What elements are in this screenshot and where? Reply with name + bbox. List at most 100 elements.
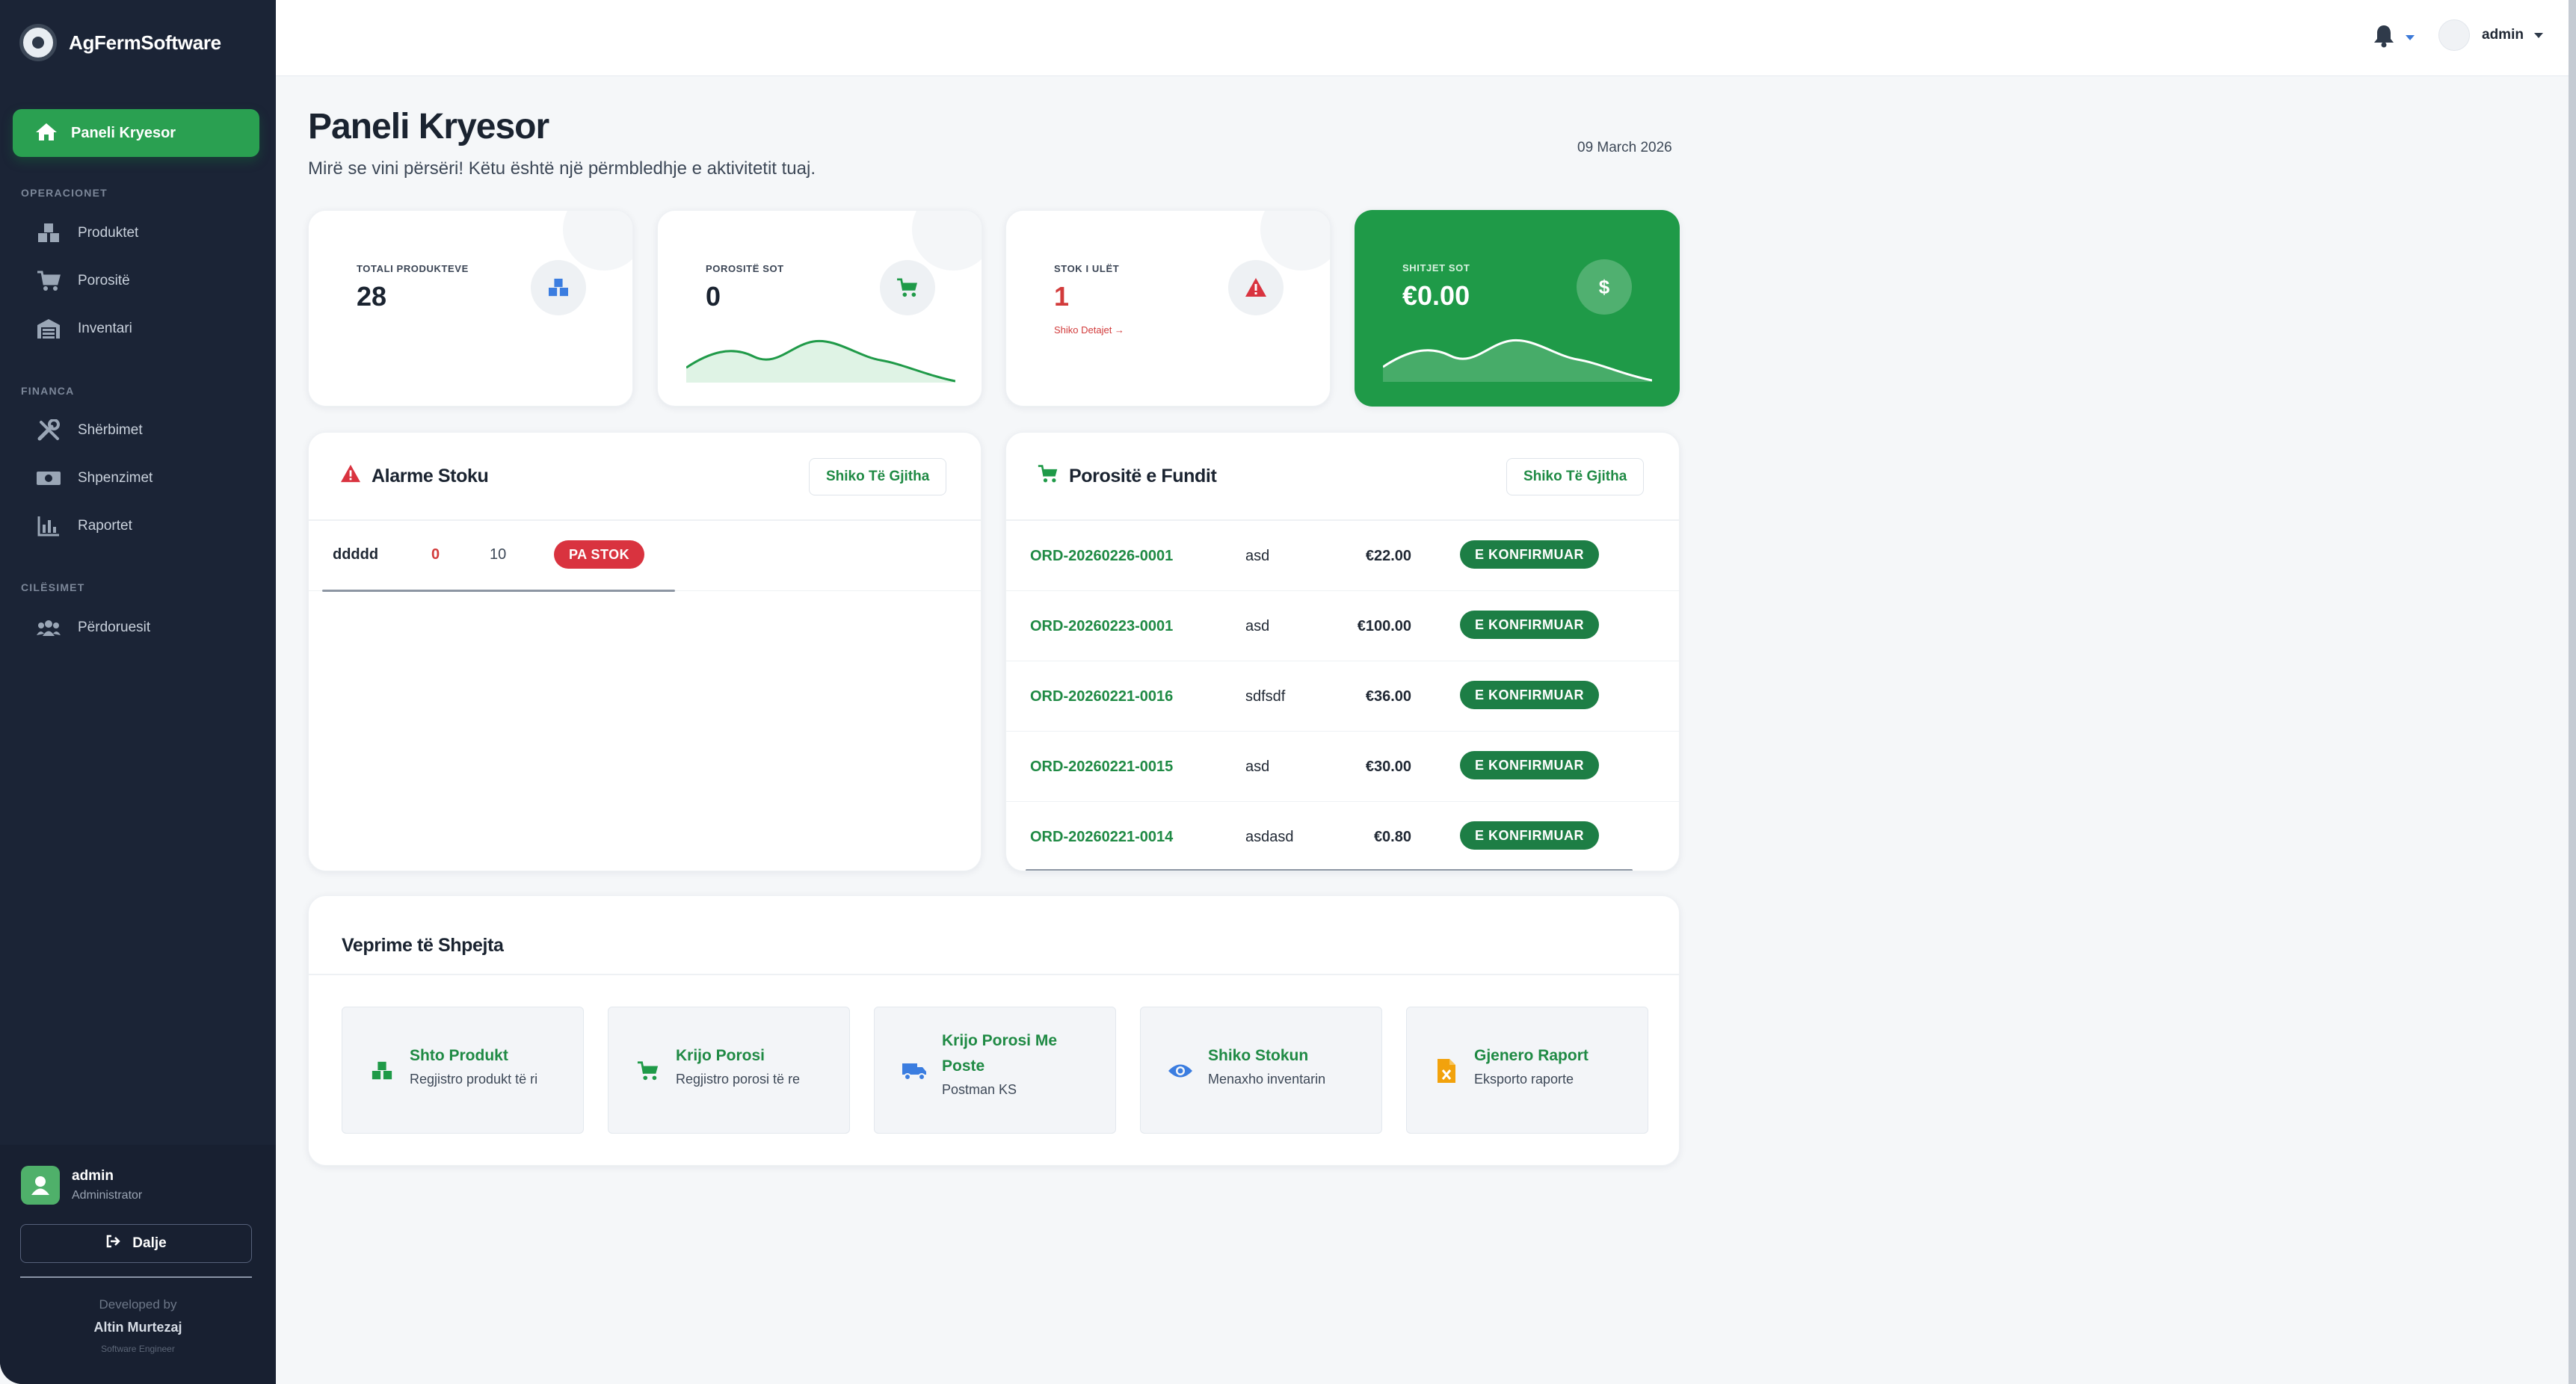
cart-icon (880, 260, 935, 315)
status-badge: E KONFIRMUAR (1460, 751, 1599, 779)
sidebar-item-reports[interactable]: Raportet (36, 511, 132, 541)
developer-role: Software Engineer (101, 1344, 175, 1354)
sidebar-item-label: Shërbimet (78, 422, 143, 438)
sidebar-item-dashboard[interactable]: Paneli Kryesor (13, 109, 259, 157)
table-scrollbar[interactable] (1026, 869, 1633, 871)
sidebar-item-label: Produktet (78, 225, 139, 241)
dollar-icon: $ (1577, 259, 1632, 315)
boxes-icon (531, 260, 586, 315)
sidebar-item-expenses[interactable]: Shpenzimet (36, 463, 152, 493)
quick-action-generate-report[interactable]: Gjenero Raport Eksporto raporte (1406, 1007, 1648, 1134)
chevron-down-icon (2406, 35, 2415, 40)
quick-action-add-product[interactable]: Shto Produkt Regjistro produkt të ri (342, 1007, 584, 1134)
order-customer: sdfsdf (1245, 688, 1286, 705)
panel-title-label: Porositë e Fundit (1069, 466, 1217, 486)
chart-icon (36, 515, 61, 537)
quick-action-title: Gjenero Raport (1474, 1047, 1589, 1064)
boxes-icon (369, 1058, 395, 1084)
top-user-name: admin (2482, 27, 2524, 43)
brand[interactable]: AgFermSoftware (19, 22, 221, 63)
min-stock: 10 (490, 546, 507, 563)
status-badge: E KONFIRMUAR (1460, 821, 1599, 850)
panel-title-label: Alarme Stoku (372, 466, 489, 486)
stat-card-low-stock: STOK I ULËT 1 Shiko Detajet → (1005, 210, 1331, 407)
view-all-orders-button[interactable]: Shiko Të Gjitha (1506, 458, 1645, 495)
user-menu[interactable]: admin (2438, 19, 2543, 51)
order-amount: €36.00 (1365, 688, 1411, 705)
page-date: 09 March 2026 (1577, 140, 1672, 155)
notifications-dropdown[interactable] (2373, 24, 2415, 52)
sidebar-item-products[interactable]: Produktet (36, 218, 138, 248)
order-id-link[interactable]: ORD-20260221-0014 (1030, 829, 1173, 846)
quick-actions-title: Veprime të Shpejta (342, 935, 504, 956)
status-badge: PA STOK (554, 540, 645, 569)
view-all-alarms-button[interactable]: Shiko Të Gjitha (809, 458, 947, 495)
sidebar-item-orders[interactable]: Porositë (36, 266, 130, 296)
sidebar-item-inventory[interactable]: Inventari (36, 314, 132, 344)
status-badge: E KONFIRMUAR (1460, 681, 1599, 709)
order-id-link[interactable]: ORD-20260221-0015 (1030, 759, 1173, 776)
sidebar-item-users[interactable]: Përdoruesit (36, 613, 150, 643)
order-id-link[interactable]: ORD-20260221-0016 (1030, 688, 1173, 705)
table-row[interactable]: ddddd 0 10 PA STOK (309, 521, 981, 591)
quick-action-subtitle: Eksporto raporte (1474, 1072, 1574, 1087)
order-amount: €22.00 (1365, 548, 1411, 564)
sidebar-user[interactable]: admin Administrator (21, 1166, 142, 1205)
table-row[interactable]: ORD-20260223-0001 asd €100.00 E KONFIRMU… (1006, 591, 1679, 661)
quick-action-view-stock[interactable]: Shiko Stokun Menaxho inventarin (1140, 1007, 1382, 1134)
order-id-link[interactable]: ORD-20260223-0001 (1030, 618, 1173, 635)
cart-icon (1038, 464, 1059, 489)
sidebar: AgFermSoftware Paneli Kryesor OPERACIONE… (0, 0, 276, 1384)
window-scrollbar[interactable] (2569, 0, 2576, 1384)
table-row[interactable]: ORD-20260221-0016 sdfsdf €36.00 E KONFIR… (1006, 661, 1679, 732)
sign-out-icon (105, 1235, 121, 1252)
stock-alarms-title: Alarme Stoku (340, 464, 489, 489)
view-details-link[interactable]: Shiko Detajet → (1054, 324, 1124, 336)
status-badge: E KONFIRMUAR (1460, 540, 1599, 569)
order-customer: asdasd (1245, 829, 1294, 845)
cart-icon (36, 270, 61, 292)
developer-name: Altin Murtezaj (93, 1320, 182, 1335)
quick-action-title: Shto Produkt (410, 1047, 508, 1064)
table-scrollbar[interactable] (322, 590, 675, 592)
current-stock: 0 (431, 546, 440, 563)
recent-orders-panel: Porositë e Fundit Shiko Të Gjitha ORD-20… (1005, 432, 1680, 871)
order-customer: asd (1245, 759, 1270, 775)
quick-action-create-order[interactable]: Krijo Porosi Regjistro porosi të re (608, 1007, 850, 1134)
stat-value: 1 (1054, 281, 1070, 312)
sidebar-item-services[interactable]: Shërbimet (36, 415, 143, 445)
avatar (2438, 19, 2470, 51)
order-customer: asd (1245, 548, 1270, 564)
bell-icon (2373, 24, 2395, 52)
stat-value: 28 (357, 281, 387, 312)
product-name: ddddd (333, 546, 379, 563)
table-row[interactable]: ORD-20260221-0014 asdasd €0.80 E KONFIRM… (1006, 802, 1679, 871)
brand-name: AgFermSoftware (69, 31, 221, 54)
warning-icon (340, 464, 361, 489)
warehouse-icon (36, 318, 61, 340)
stat-label: TOTALI PRODUKTEVE (357, 263, 469, 274)
cart-icon (635, 1058, 661, 1084)
quick-action-subtitle: Regjistro porosi të re (676, 1072, 801, 1087)
footer-divider (20, 1276, 252, 1278)
quick-action-subtitle: Regjistro produkt të ri (410, 1072, 538, 1087)
home-icon (35, 122, 58, 145)
truck-icon (902, 1058, 927, 1084)
page-subtitle: Mirë se vini përsëri! Këtu është një për… (308, 158, 816, 179)
recent-orders-title: Porositë e Fundit (1038, 464, 1217, 489)
quick-action-subtitle: Postman KS (942, 1082, 1017, 1097)
table-row[interactable]: ORD-20260221-0015 asd €30.00 E KONFIRMUA… (1006, 732, 1679, 802)
table-row[interactable]: ORD-20260226-0001 asd €22.00 E KONFIRMUA… (1006, 521, 1679, 591)
orders-sparkline (686, 339, 955, 383)
quick-action-create-postal-order[interactable]: Krijo Porosi Me Poste Postman KS (874, 1007, 1116, 1134)
order-id-link[interactable]: ORD-20260226-0001 (1030, 548, 1173, 565)
chevron-down-icon (2533, 32, 2543, 38)
warning-icon (1228, 260, 1284, 315)
sales-sparkline (1383, 339, 1652, 382)
boxes-icon (36, 222, 61, 244)
brand-logo-icon (19, 24, 57, 61)
logout-button[interactable]: Dalje (20, 1224, 252, 1263)
money-icon (36, 467, 61, 489)
topbar: admin (276, 0, 2576, 76)
stat-card-sales-today: SHITJET SOT €0.00 $ (1355, 210, 1680, 407)
